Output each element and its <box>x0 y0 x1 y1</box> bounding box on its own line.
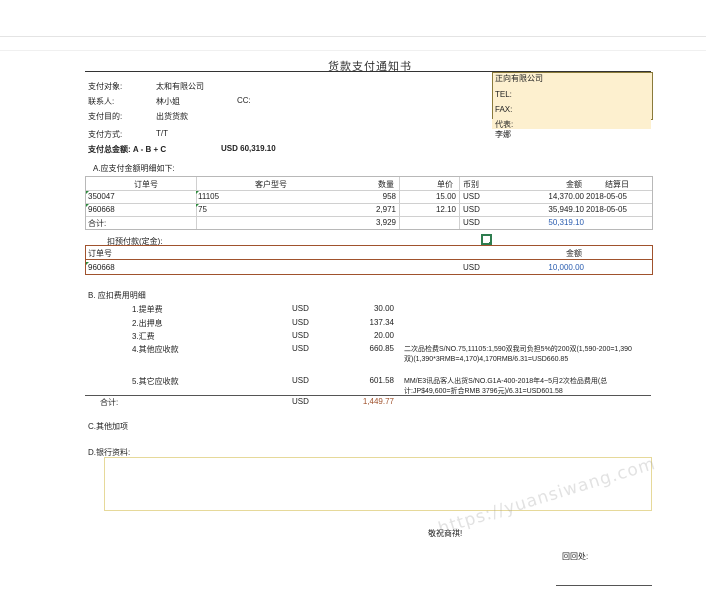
col-header-amount: 金额 <box>566 180 582 189</box>
prepay-header-order: 订单号 <box>88 249 112 258</box>
table-row-date: 2018-05-05 <box>586 205 627 214</box>
table-row-order: 960668 <box>88 205 115 214</box>
section-b-title: B. 应扣费用明细 <box>88 291 146 300</box>
section-b-sum-label: 合计: <box>100 398 119 407</box>
fee-item-label: 1.提单费 <box>132 305 163 314</box>
fee-item-amount: 137.34 <box>369 318 394 327</box>
table-row-qty: 958 <box>382 192 396 201</box>
fee-item-note: 二次品检费S/NO.75,11105:1,590双我司负担5%的200双(1,5… <box>404 346 632 353</box>
section-b-sum-currency: USD <box>292 397 309 406</box>
representative-box <box>492 119 651 129</box>
section-b-sum-amount: 1,449.77 <box>362 397 394 406</box>
prepay-amount: 10,000.00 <box>548 263 584 272</box>
table-row-qty: 2,971 <box>375 205 396 214</box>
section-a-title: A.应支付金额明细如下: <box>93 164 175 173</box>
fee-item-amount: 30.00 <box>373 304 394 313</box>
fee-item-label: 4.其他应收款 <box>132 345 179 354</box>
section-c-title: C.其他加项 <box>88 422 128 431</box>
fee-item-currency: USD <box>292 304 309 313</box>
total-label: 支付总金额: A - B + C <box>88 145 167 154</box>
table-row-amount: 14,370.00 <box>548 192 584 201</box>
signature-line <box>556 585 652 586</box>
fee-item-amount: 601.58 <box>369 376 394 385</box>
table-row-price: 12.10 <box>435 205 456 214</box>
reply-label: 回回处: <box>562 552 589 561</box>
method-label: 支付方式: <box>88 130 123 139</box>
fee-item-label: 5.其它应收款 <box>132 377 179 386</box>
section-a-sum-label: 合计: <box>88 219 107 228</box>
purpose-value: 出货货款 <box>156 112 188 121</box>
fee-item-note: MM/E3讯品客人出货S/NO.G1A-400-2018年4~5月2次检品费用(… <box>404 378 608 385</box>
company-name: 正向有限公司 <box>495 74 543 83</box>
toolbar-divider-secondary <box>0 50 706 51</box>
col-header-order: 订单号 <box>134 180 158 189</box>
table-row-model: 11105 <box>198 192 220 201</box>
method-value: T/T <box>156 129 168 138</box>
col-header-date: 结算日 <box>605 180 629 189</box>
company-tel: TEL: <box>495 90 512 99</box>
company-fax: FAX: <box>495 105 513 114</box>
company-rep-name: 李娜 <box>495 130 511 139</box>
fee-item-currency: USD <box>292 344 309 353</box>
fee-item-currency: USD <box>292 331 309 340</box>
prepay-order: 960668 <box>88 263 115 272</box>
section-b-divider <box>85 395 651 396</box>
col-header-model: 客户型号 <box>255 180 287 189</box>
section-a-sum-qty: 3,929 <box>375 218 396 227</box>
fee-item-amount: 20.00 <box>373 331 394 340</box>
fee-item-label: 3.汇费 <box>132 332 155 341</box>
purpose-label: 支付目的: <box>88 112 123 121</box>
section-a-sum-currency: USD <box>463 218 480 227</box>
section-a-sum-amount: 50,319.10 <box>548 218 584 227</box>
table-row-order: 350047 <box>88 192 115 201</box>
fee-item-label: 2.出押息 <box>132 319 163 328</box>
col-header-qty: 数量 <box>378 180 394 189</box>
cc-label: CC: <box>237 96 251 105</box>
table-row-date: 2018-05-05 <box>586 192 627 201</box>
toolbar-divider <box>0 36 706 37</box>
prepay-header-amount: 金额 <box>566 249 582 258</box>
col-header-price: 单价 <box>437 180 453 189</box>
total-value: USD 60,319.10 <box>221 144 276 153</box>
table-row-amount: 35,949.10 <box>548 205 584 214</box>
prepay-currency: USD <box>463 263 480 272</box>
contact-label: 联系人: <box>88 97 115 106</box>
contact-value: 林小姐 <box>156 97 180 106</box>
col-header-currency: 币别 <box>463 180 479 189</box>
fee-item-amount: 660.85 <box>369 344 394 353</box>
table-row-currency: USD <box>463 205 480 214</box>
pay-to-label: 支付对象: <box>88 82 123 91</box>
fee-item-currency: USD <box>292 318 309 327</box>
fee-item-note: 双)(1,390*3RMB=4,170)4,170RMB/6.31=USD660… <box>404 356 569 363</box>
table-row-model: 75 <box>198 205 207 214</box>
fee-item-currency: USD <box>292 376 309 385</box>
table-row-price: 15.00 <box>435 192 456 201</box>
table-row-currency: USD <box>463 192 480 201</box>
pay-to-value: 太和有限公司 <box>156 82 204 91</box>
